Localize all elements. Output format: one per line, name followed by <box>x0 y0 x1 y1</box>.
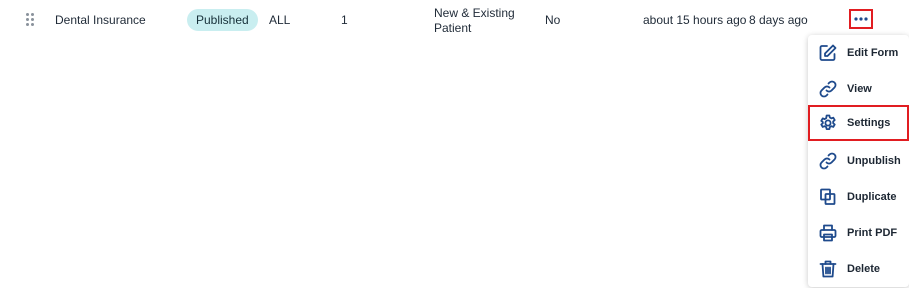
menu-item-view[interactable]: View <box>808 71 909 107</box>
trash-icon <box>818 259 838 279</box>
menu-item-label: View <box>847 83 872 95</box>
printer-icon <box>818 223 838 243</box>
edit-icon <box>818 43 838 63</box>
menu-item-unpublish[interactable]: Unpublish <box>808 143 909 179</box>
status-badge: Published <box>187 9 258 31</box>
more-options-button[interactable] <box>849 9 873 29</box>
count-value: 1 <box>341 13 348 27</box>
created-value: 8 days ago <box>749 13 808 27</box>
menu-item-label: Print PDF <box>847 227 898 239</box>
copy-icon <box>818 187 838 207</box>
menu-item-label: Unpublish <box>847 155 901 167</box>
form-name: Dental Insurance <box>55 13 146 27</box>
link-icon <box>818 151 838 171</box>
menu-item-duplicate[interactable]: Duplicate <box>808 179 909 215</box>
menu-item-label: Duplicate <box>847 191 897 203</box>
patient-type-line1: New & Existing <box>434 6 515 20</box>
patient-type-line2: Patient <box>434 21 472 35</box>
menu-item-label: Settings <box>847 117 891 129</box>
menu-item-edit-form[interactable]: Edit Form <box>808 35 909 71</box>
audience-value: ALL <box>269 13 291 27</box>
drag-handle-icon[interactable] <box>25 13 35 27</box>
menu-item-print-pdf[interactable]: Print PDF <box>808 215 909 251</box>
updated-value: about 15 hours ago <box>643 13 747 27</box>
actions-menu: Edit Form View Settings Unpublish Duplic… <box>808 35 909 287</box>
menu-item-label: Delete <box>847 263 881 275</box>
gear-icon <box>818 113 838 133</box>
link-icon <box>818 79 838 99</box>
menu-item-label: Edit Form <box>847 47 899 59</box>
flag-value: No <box>545 13 561 27</box>
menu-item-delete[interactable]: Delete <box>808 251 909 287</box>
ellipsis-icon <box>854 17 868 21</box>
menu-item-settings[interactable]: Settings <box>808 105 909 141</box>
table-row: Dental Insurance Published ALL 1 New & E… <box>0 0 909 40</box>
